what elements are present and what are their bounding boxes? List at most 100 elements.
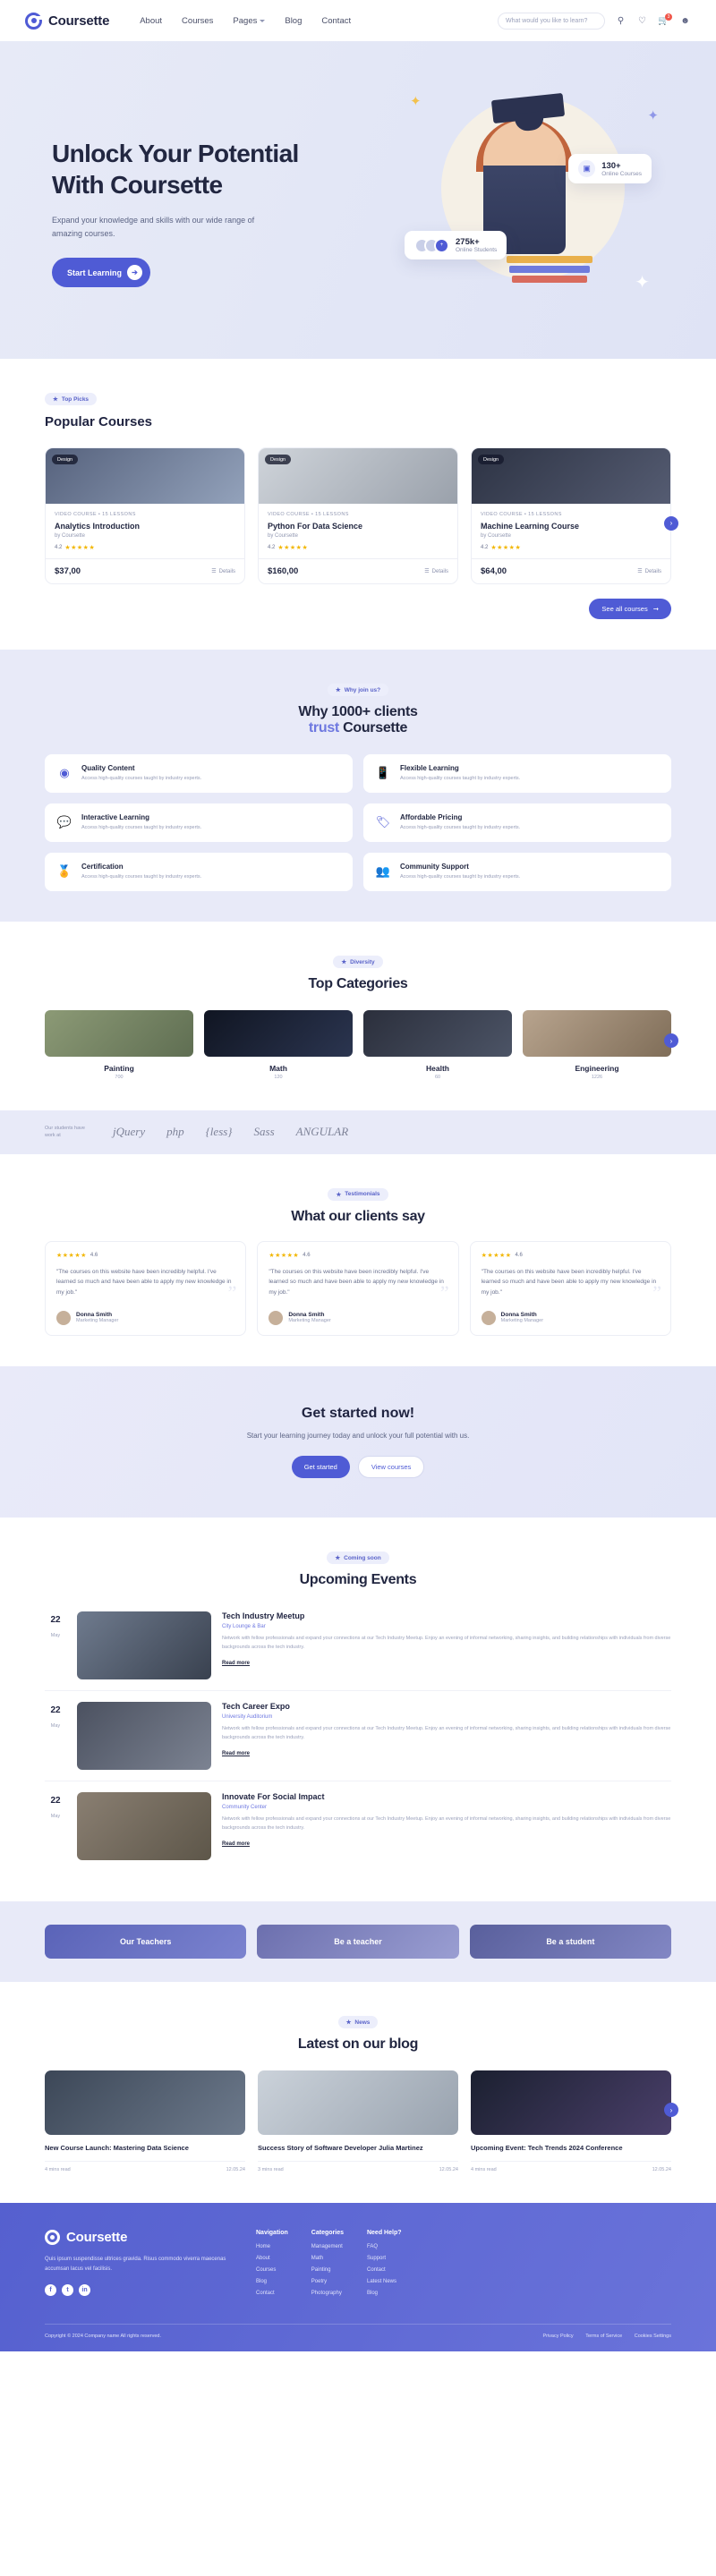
- category-card[interactable]: Health 60: [363, 1010, 512, 1080]
- event-day: 22: [50, 1615, 61, 1626]
- sparkle-icon: ✦: [635, 273, 650, 293]
- course-card[interactable]: Design VIDEO COURSE • 15 LESSONS Python …: [258, 447, 458, 584]
- our-teachers-card[interactable]: Our Teachers: [45, 1925, 247, 1960]
- nav-item-blog[interactable]: Blog: [285, 16, 302, 26]
- footer-link[interactable]: Blog: [256, 2279, 288, 2284]
- course-details-link[interactable]: ☰ Details: [211, 568, 235, 575]
- blog-next-arrow-icon[interactable]: ›: [664, 2103, 678, 2118]
- event-read-more-link[interactable]: Read more: [222, 1751, 250, 1756]
- category-name: Engineering: [575, 1064, 619, 1074]
- feature-title: Interactive Learning: [81, 813, 150, 822]
- cookies-settings-link[interactable]: Cookies Settings: [635, 2334, 671, 2339]
- brand-logo-php: php: [166, 1125, 184, 1139]
- get-started-button[interactable]: Get started: [291, 1456, 350, 1479]
- course-details-link[interactable]: ☰ Details: [424, 568, 448, 575]
- footer-link[interactable]: FAQ: [367, 2244, 402, 2249]
- blog-card[interactable]: New Course Launch: Mastering Data Scienc…: [45, 2070, 245, 2172]
- testimonial-name: Donna Smith: [288, 1312, 325, 1319]
- avatar-more-icon: +: [434, 237, 449, 253]
- footer-link[interactable]: Latest News: [367, 2279, 402, 2284]
- search-input[interactable]: What would you like to learn?: [498, 12, 605, 30]
- stars-icon: ★★★★★: [490, 545, 522, 551]
- blog-card[interactable]: Success Story of Software Developer Juli…: [258, 2070, 458, 2172]
- event-read-more-link[interactable]: Read more: [222, 1661, 250, 1666]
- footer-link[interactable]: Home: [256, 2244, 288, 2249]
- blog-card[interactable]: Upcoming Event: Tech Trends 2024 Confere…: [471, 2070, 671, 2172]
- course-author: by Coursette: [481, 533, 512, 539]
- event-date: 22 May: [45, 1702, 66, 1731]
- event-location: University Auditorium: [222, 1714, 273, 1721]
- feature-desc: Access high-quality courses taught by in…: [81, 825, 202, 831]
- eye-icon: ◉: [59, 766, 70, 779]
- chevron-down-icon: [260, 19, 266, 22]
- user-account-icon[interactable]: ☻: [679, 15, 691, 27]
- footer-link[interactable]: Management: [311, 2244, 344, 2249]
- category-card[interactable]: Painting 700: [45, 1010, 193, 1080]
- testimonial-quote: "The courses on this website have been i…: [268, 1268, 444, 1297]
- why-pill-label: Why join us?: [344, 686, 381, 693]
- course-details-link[interactable]: ☰ Details: [637, 568, 661, 575]
- event-read-more-link[interactable]: Read more: [222, 1841, 250, 1847]
- course-card[interactable]: Design VIDEO COURSE • 15 LESSONS Machine…: [471, 447, 671, 584]
- nav-item-courses[interactable]: Courses: [182, 16, 213, 26]
- category-card[interactable]: Engineering 1226: [523, 1010, 671, 1080]
- footer-link[interactable]: Contact: [367, 2267, 402, 2273]
- footer-link[interactable]: Blog: [367, 2291, 402, 2296]
- footer-link[interactable]: Photography: [311, 2291, 344, 2296]
- nav-item-about[interactable]: About: [140, 16, 162, 26]
- event-row[interactable]: 22 May Tech Career Expo University Audito…: [45, 1691, 671, 1782]
- footer-link[interactable]: Poetry: [311, 2279, 344, 2284]
- mobile-icon: 📱: [375, 766, 391, 779]
- categories-pill-label: Diversity: [350, 958, 375, 965]
- category-name: Painting: [104, 1064, 134, 1074]
- event-row[interactable]: 22 May Innovate For Social Impact Communi…: [45, 1781, 671, 1871]
- nav-item-contact[interactable]: Contact: [321, 16, 351, 26]
- view-courses-button[interactable]: View courses: [357, 1456, 425, 1479]
- price-tag-icon: 🏷: [375, 815, 391, 829]
- start-learning-button[interactable]: Start Learning ➔: [52, 258, 151, 288]
- wishlist-heart-icon[interactable]: ♡: [636, 15, 648, 27]
- terms-of-service-link[interactable]: Terms of Service: [585, 2334, 622, 2339]
- course-card[interactable]: Design VIDEO COURSE • 15 LESSONS Analyti…: [45, 447, 245, 584]
- footer-heading: Categories: [311, 2229, 344, 2236]
- coursette-logo-icon: [25, 12, 43, 30]
- see-all-courses-button[interactable]: See all courses ➞: [589, 599, 671, 619]
- categories-next-arrow-icon[interactable]: ›: [664, 1033, 678, 1049]
- privacy-policy-link[interactable]: Privacy Policy: [542, 2334, 573, 2339]
- blog-read-time: 4 mins read: [45, 2166, 71, 2172]
- footer-logo[interactable]: Coursette: [45, 2229, 233, 2245]
- details-label: Details: [431, 568, 448, 574]
- be-a-teacher-card[interactable]: Be a teacher: [257, 1925, 459, 1960]
- linkedin-icon[interactable]: in: [79, 2284, 90, 2297]
- cta-subtitle: Start your learning journey today and un…: [246, 1431, 470, 1440]
- cart-icon[interactable]: 🛒 3: [658, 13, 672, 27]
- course-rating: 4.2 ★★★★★: [268, 544, 448, 551]
- nav-item-pages[interactable]: Pages: [233, 16, 266, 26]
- footer-heading: Need Help?: [366, 2229, 402, 2236]
- search-icon[interactable]: ⚲: [615, 15, 626, 27]
- event-row[interactable]: 22 May Tech Industry Meetup City Lounge &…: [45, 1601, 671, 1692]
- footer-link[interactable]: Painting: [311, 2267, 344, 2273]
- facebook-icon[interactable]: f: [45, 2284, 56, 2297]
- twitter-icon[interactable]: t: [62, 2284, 73, 2297]
- events-pill: ★ Coming soon: [327, 1552, 389, 1565]
- courses-count-label: Online Courses: [601, 170, 642, 177]
- blog-date: 12.05.24: [652, 2166, 671, 2172]
- footer-link[interactable]: Support: [367, 2256, 402, 2261]
- main-navigation: About Courses Pages Blog Contact: [140, 16, 351, 26]
- details-label: Details: [218, 568, 235, 574]
- be-a-student-card[interactable]: Be a student: [469, 1925, 671, 1960]
- footer-link[interactable]: Math: [311, 2256, 344, 2261]
- course-price: $37,00: [55, 566, 81, 576]
- footer-link[interactable]: About: [256, 2256, 288, 2261]
- footer-link[interactable]: Contact: [256, 2291, 288, 2296]
- courses-badge-icon: ▣: [578, 160, 596, 177]
- why-title-accent: trust: [308, 720, 339, 735]
- brand-logo[interactable]: Coursette: [25, 12, 109, 30]
- hero-title-line2: With Coursette: [52, 171, 223, 200]
- footer-link[interactable]: Courses: [256, 2267, 288, 2273]
- cta-title: Get started now!: [301, 1405, 415, 1421]
- courses-next-arrow-icon[interactable]: ›: [664, 515, 678, 531]
- category-card[interactable]: Math 120: [204, 1010, 353, 1080]
- testimonials-pill: ★ Testimonials: [328, 1187, 388, 1201]
